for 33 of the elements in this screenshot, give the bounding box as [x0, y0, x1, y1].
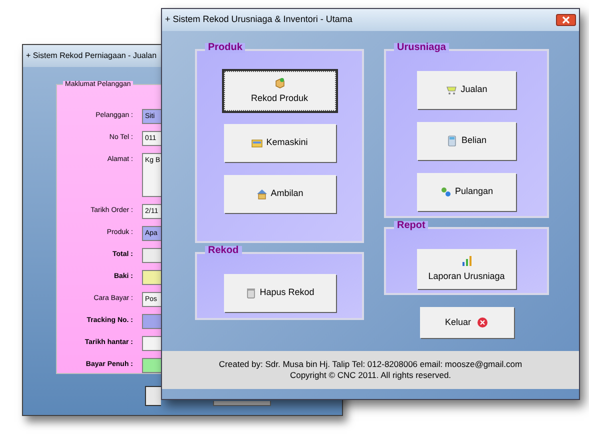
menu-button[interactable]: Rekod Produk [224, 71, 336, 111]
close-button[interactable] [556, 14, 576, 26]
menu-button[interactable]: Hapus Rekod [224, 274, 336, 312]
text-field[interactable] [142, 358, 161, 373]
house-icon [256, 188, 268, 200]
exit-button[interactable]: Keluar [420, 307, 514, 338]
window-title: + Sistem Rekod Perniagaan - Jualan [26, 50, 157, 62]
menu-button[interactable]: Pulangan [417, 173, 516, 211]
menu-button[interactable]: Kemaskini [224, 124, 336, 162]
group-title: Rekod [205, 246, 242, 256]
folder-icon [251, 137, 264, 149]
button-edge[interactable] [145, 386, 161, 406]
text-field[interactable] [142, 248, 161, 263]
text-field[interactable] [142, 270, 161, 285]
menu-button[interactable]: Belian [417, 122, 516, 160]
close-icon [477, 317, 488, 328]
text-field[interactable] [142, 336, 161, 351]
menu-button[interactable]: Laporan Urusniaga [417, 249, 516, 289]
group-title: Repot [394, 221, 428, 231]
group-title: Urusniaga [394, 43, 449, 53]
calculator-icon [446, 135, 458, 147]
text-field[interactable] [142, 314, 161, 329]
footer-text: Created by: Sdr. Musa bin Hj. Talip Tel: 012-8208006 email: moosze@gmail.com [218, 359, 522, 370]
box-icon [274, 76, 286, 89]
group-title: Produk [205, 43, 246, 53]
footer-text: Copyright © CNC 2011. All rights reserved. [290, 370, 452, 381]
menu-button[interactable]: Ambilan [224, 175, 336, 213]
close-icon [562, 16, 570, 24]
bin-icon [244, 287, 257, 299]
bar-chart-icon [460, 254, 472, 267]
cart-icon [446, 84, 458, 96]
menu-button[interactable]: Jualan [417, 71, 516, 109]
window-title: + Sistem Rekod Urusniaga & Inventori - Utama [165, 13, 352, 26]
